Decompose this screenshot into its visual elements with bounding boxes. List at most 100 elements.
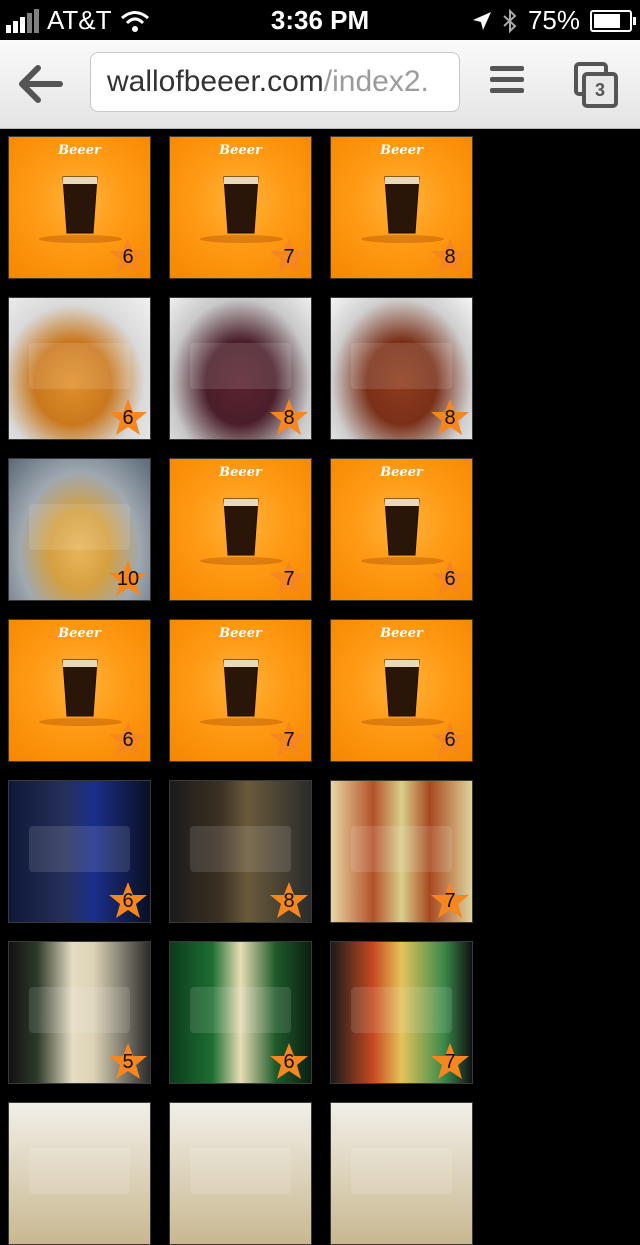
brand-logo: Beeer	[380, 465, 423, 480]
rating-value: 8	[444, 246, 456, 268]
rating-value: 7	[283, 568, 295, 590]
rating-badge: 6	[108, 397, 148, 437]
rating-badge: 6	[108, 880, 148, 920]
beer-tile[interactable]: 6	[169, 941, 312, 1084]
beer-tile[interactable]	[169, 1102, 312, 1245]
beer-tile[interactable]: 8	[330, 297, 473, 440]
battery-icon	[590, 9, 636, 32]
rating-badge: 6	[269, 1041, 309, 1081]
beer-tile[interactable]: Beeer 6	[8, 619, 151, 762]
brand-logo: Beeer	[380, 626, 423, 641]
rating-badge: 5	[108, 1041, 148, 1081]
url-domain: wallofbeeer.com	[107, 65, 324, 98]
beer-tile[interactable]	[8, 1102, 151, 1245]
rating-value: 7	[444, 1051, 456, 1073]
photo-detail	[29, 987, 130, 1033]
photo-detail	[351, 987, 452, 1033]
url-path: /index2.	[323, 65, 429, 98]
brand-logo: Beeer	[58, 143, 101, 158]
beer-tile[interactable]	[330, 1102, 473, 1245]
rating-badge: 8	[430, 236, 470, 276]
rating-badge: 6	[430, 719, 470, 759]
browser-toolbar: wallofbeeer.com/index2. 3	[0, 40, 640, 129]
tabs-button[interactable]: 3	[574, 62, 618, 108]
beer-tile[interactable]: 6	[8, 780, 151, 923]
pint-glass-icon	[384, 659, 420, 717]
photo-detail	[351, 1148, 452, 1194]
beer-tile[interactable]: 8	[169, 780, 312, 923]
url-field[interactable]: wallofbeeer.com/index2.	[90, 52, 460, 112]
photo-detail	[190, 1148, 291, 1194]
beer-tile[interactable]: 10	[8, 458, 151, 601]
beer-tile[interactable]: Beeer 6	[8, 136, 151, 279]
tab-count: 3	[582, 72, 618, 108]
rating-value: 6	[444, 568, 456, 590]
rating-badge: 6	[430, 558, 470, 598]
pint-glass-icon	[384, 176, 420, 234]
rating-value: 6	[122, 890, 134, 912]
rating-badge: 6	[108, 719, 148, 759]
rating-badge: 8	[269, 397, 309, 437]
brand-logo: Beeer	[58, 626, 101, 641]
brand-logo: Beeer	[219, 465, 262, 480]
rating-value: 6	[444, 729, 456, 751]
rating-value: 7	[444, 890, 456, 912]
beer-tile[interactable]: Beeer 6	[330, 619, 473, 762]
rating-badge: 6	[108, 236, 148, 276]
beer-tile[interactable]: Beeer 6	[330, 458, 473, 601]
battery-fill	[594, 13, 620, 28]
photo-detail	[351, 826, 452, 872]
rating-value: 7	[283, 729, 295, 751]
pint-glass-icon	[62, 176, 98, 234]
beer-tile[interactable]: Beeer 7	[169, 136, 312, 279]
status-right: 75%	[472, 5, 636, 36]
photo-detail	[190, 826, 291, 872]
rating-badge: 10	[108, 558, 148, 598]
rating-value: 7	[283, 246, 295, 268]
rating-badge: 7	[430, 1041, 470, 1081]
pint-glass-icon	[223, 176, 259, 234]
rating-value: 6	[122, 729, 134, 751]
rating-badge: 7	[269, 719, 309, 759]
photo-detail	[190, 987, 291, 1033]
rating-badge: 7	[430, 880, 470, 920]
pint-glass-icon	[223, 498, 259, 556]
rating-value: 5	[122, 1051, 134, 1073]
rating-badge: 8	[430, 397, 470, 437]
beer-tile[interactable]: Beeer 7	[169, 458, 312, 601]
beer-tile[interactable]: 7	[330, 780, 473, 923]
beer-tile[interactable]: 6	[8, 297, 151, 440]
pint-glass-icon	[384, 498, 420, 556]
location-arrow-icon	[472, 11, 491, 30]
rating-value: 8	[283, 890, 295, 912]
beer-tile[interactable]: Beeer 8	[330, 136, 473, 279]
battery-percent: 75%	[527, 5, 580, 35]
rating-badge: 7	[269, 236, 309, 276]
beer-tile[interactable]: Beeer 7	[169, 619, 312, 762]
pint-glass-icon	[223, 659, 259, 717]
bluetooth-icon	[503, 8, 517, 33]
rating-badge: 8	[269, 880, 309, 920]
rating-value: 8	[444, 407, 456, 429]
rating-value: 8	[283, 407, 295, 429]
rating-value: 6	[283, 1051, 295, 1073]
photo-detail	[351, 343, 452, 389]
photo-detail	[29, 504, 130, 550]
beer-tile[interactable]: 7	[330, 941, 473, 1084]
pint-glass-icon	[62, 659, 98, 717]
rating-value: 6	[122, 246, 134, 268]
photo-detail	[29, 826, 130, 872]
rating-value: 10	[116, 568, 140, 590]
menu-icon[interactable]	[490, 66, 524, 100]
photo-detail	[29, 343, 130, 389]
back-arrow-icon[interactable]	[18, 62, 66, 106]
brand-logo: Beeer	[219, 626, 262, 641]
beer-tile[interactable]: 8	[169, 297, 312, 440]
rating-badge: 7	[269, 558, 309, 598]
status-bar: AT&T 3:36 PM 75%	[0, 0, 640, 40]
photo-detail	[29, 1148, 130, 1194]
brand-logo: Beeer	[219, 143, 262, 158]
brand-logo: Beeer	[380, 143, 423, 158]
photo-detail	[190, 343, 291, 389]
beer-tile[interactable]: 5	[8, 941, 151, 1084]
